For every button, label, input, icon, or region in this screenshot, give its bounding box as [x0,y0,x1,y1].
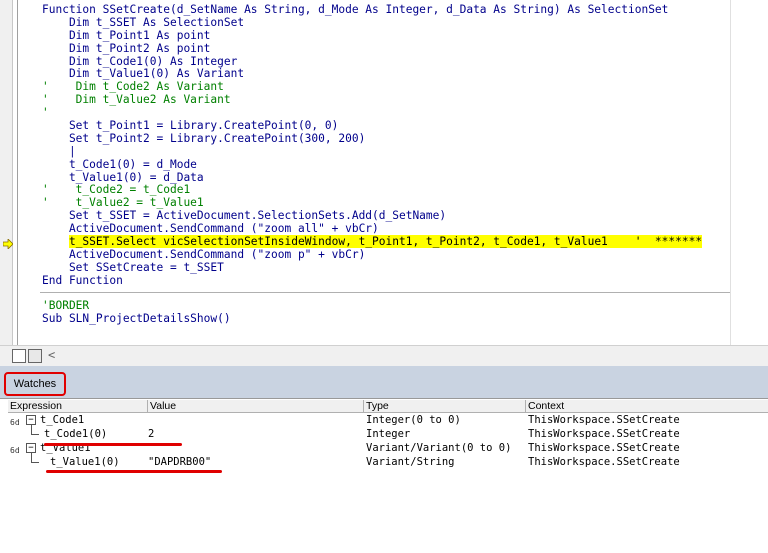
code-line[interactable]: Set t_Point2 = Library.CreatePoint(300, … [42,131,702,146]
watch-context: ThisWorkspace.SSetCreate [528,442,680,454]
code-comment: ' t_Code2 = t_Code1 [42,183,191,197]
procedure-separator [40,292,730,293]
watches-pane[interactable]: Expression Value Type Context 6d − t_Cod… [0,398,768,488]
annotation-underline [46,470,222,473]
code-text: | [42,144,76,158]
execution-point-arrow-icon [3,239,13,249]
watch-expression: t_Code1(0) [44,428,108,440]
code-text: Sub SLN_ProjectDetailsShow() [42,312,231,326]
watch-value[interactable]: 2 [148,427,154,441]
watch-type: Integer [366,428,411,440]
code-text: t_Code1(0) = d_Mode [42,157,197,171]
watch-expression: t_Code1 [40,414,85,426]
procedure-view-button[interactable] [12,349,26,363]
code-line[interactable]: Sub SLN_ProjectDetailsShow() [42,312,702,326]
code-text: Set SSetCreate = t_SSET [42,260,224,274]
code-text: ActiveDocument.SendCommand ("zoom p" + v… [42,247,366,261]
watch-type: Variant/String [366,456,455,468]
code-comment: ' t_Value2 = t_Value1 [42,196,204,210]
collapse-icon[interactable]: − [26,415,36,425]
column-header-type[interactable]: Type [364,400,526,412]
code-text: t_Value1(0) = d_Data [42,170,204,184]
full-module-view-button[interactable] [28,349,42,363]
code-text: End Function [42,273,123,287]
code-line[interactable]: ' Dim t_Value2 As Variant [42,93,702,107]
code-text: Set t_Point1 = Library.CreatePoint(0, 0) [42,119,339,133]
code-comment: ' Dim t_Value2 As Variant [42,93,231,107]
watch-row[interactable]: t_Value1(0) "DAPDRB00" Variant/String Th… [0,455,768,469]
watch-expression: t_Value1(0) [50,456,120,468]
watch-type: Variant/Variant(0 to 0) [366,442,512,454]
code-comment: ' [42,106,49,120]
watches-title-bar: Watches [0,366,768,398]
code-line[interactable]: End Function [42,273,702,288]
code-editor[interactable]: Function SSetCreate(d_SetName As String,… [0,0,730,345]
code-line[interactable]: Set SSetCreate = t_SSET [42,260,702,275]
margin-divider [17,0,18,345]
code-text: Function SSetCreate(d_SetName As String,… [42,3,669,16]
code-text: Set t_SSET = ActiveDocument.SelectionSet… [42,209,447,223]
code-line[interactable] [42,288,702,301]
column-header-expression[interactable]: Expression [8,400,148,412]
code-text: ActiveDocument.SendCommand ("zoom all" +… [42,222,379,236]
watches-title: Watches [4,372,66,396]
column-header-value[interactable]: Value [148,400,364,412]
indicator-margin[interactable] [0,0,13,345]
collapse-icon[interactable]: − [26,443,36,453]
code-comment: 'BORDER [42,299,90,313]
code-lines[interactable]: Function SSetCreate(d_SetName As String,… [42,3,703,326]
watch-context: ThisWorkspace.SSetCreate [528,428,680,440]
watches-header: Expression Value Type Context [8,400,768,413]
code-text: Dim t_Point2 As point [42,41,211,55]
code-comment: ' Dim t_Code2 As Variant [42,80,224,94]
highlighted-statement: t_SSET.Select vicSelectionSetInsideWindo… [68,235,703,249]
code-text: Dim t_Value1(0) As Variant [42,67,245,81]
code-text: Dim t_SSET As SelectionSet [42,15,245,29]
watch-row[interactable]: t_Code1(0) 2 Integer ThisWorkspace.SSetC… [0,427,768,441]
watch-row[interactable]: 6d − t_Code1 Integer(0 to 0) ThisWorkspa… [0,413,768,427]
editor-right-area [730,0,768,345]
code-text: Set t_Point2 = Library.CreatePoint(300, … [42,131,366,145]
code-text: Dim t_Code1(0) As Integer [42,54,238,68]
scroll-left-icon[interactable]: < [48,348,55,362]
watch-context: ThisWorkspace.SSetCreate [528,456,680,468]
code-text: Dim t_Point1 As point [42,28,211,42]
annotation-underline [44,443,182,446]
editor-bottom-bar: < [0,345,768,366]
watch-context: ThisWorkspace.SSetCreate [528,414,680,426]
watch-type: Integer(0 to 0) [366,414,461,426]
column-header-context[interactable]: Context [526,400,768,412]
watch-value[interactable]: "DAPDRB00" [148,455,211,469]
